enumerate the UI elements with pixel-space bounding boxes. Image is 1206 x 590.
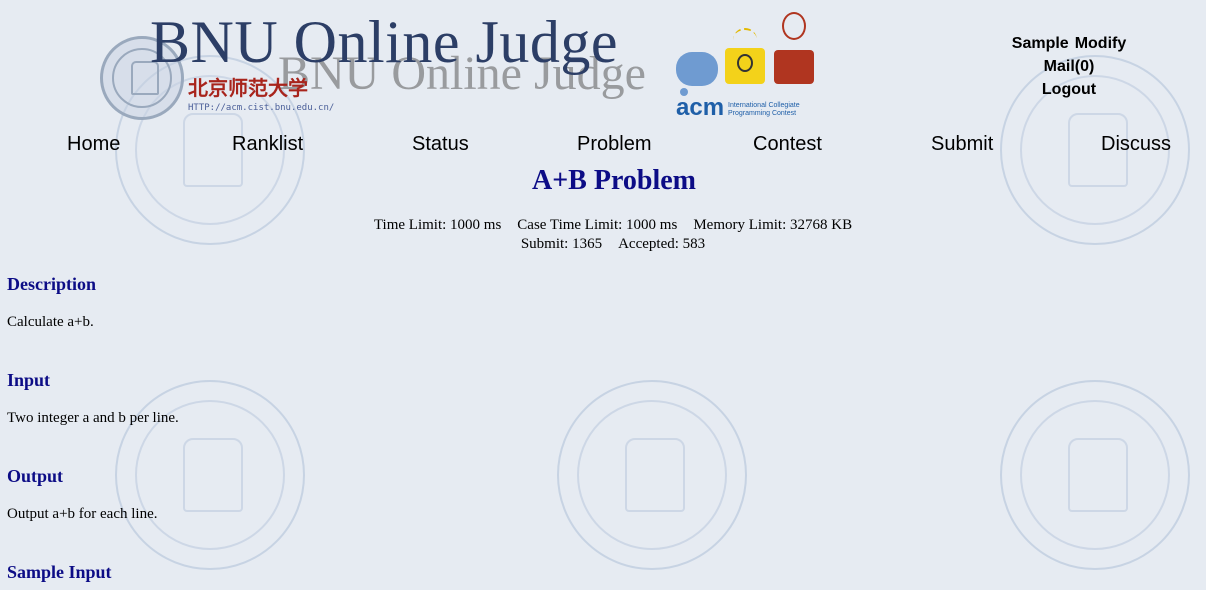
stats-row: Submit: 1365 Accepted: 583 bbox=[0, 235, 1206, 254]
university-url: HTTP://acm.cist.bnu.edu.cn/ bbox=[188, 103, 335, 113]
memory-limit: Memory Limit: 32768 KB bbox=[693, 217, 853, 233]
nav-problem[interactable]: Problem bbox=[577, 133, 651, 156]
modify-link[interactable]: Modify bbox=[1075, 35, 1127, 52]
mail-row: Mail(0) bbox=[996, 55, 1142, 78]
acm-cloud-icon bbox=[676, 52, 718, 96]
site-header: BNU Online Judge BNU Online Judge 北京师范大学… bbox=[0, 0, 1206, 130]
acm-balloon-box-icon bbox=[774, 50, 814, 84]
site-title: BNU Online Judge bbox=[150, 9, 618, 75]
nav-status[interactable]: Status bbox=[412, 133, 469, 156]
acm-lightbulb-icon bbox=[725, 48, 765, 84]
nav-contest[interactable]: Contest bbox=[753, 133, 822, 156]
description-text: Calculate a+b. bbox=[7, 314, 94, 330]
description-heading: Description bbox=[7, 274, 96, 294]
input-heading: Input bbox=[7, 370, 51, 390]
acm-logo-subtitle: International Collegiate Programming Con… bbox=[728, 102, 800, 117]
problem-title: A+B Problem bbox=[532, 165, 696, 196]
university-name: 北京师范大学 bbox=[188, 76, 308, 100]
problem-limits: Time Limit: 1000 ms Case Time Limit: 1000… bbox=[0, 216, 1206, 254]
user-links-row: Sample Modify bbox=[996, 32, 1142, 55]
sample-input-heading: Sample Input bbox=[7, 562, 112, 582]
submit-count: Submit: 1365 bbox=[520, 236, 603, 252]
acm-bulb-rays-icon bbox=[733, 28, 757, 44]
logout-link[interactable]: Logout bbox=[1042, 81, 1096, 98]
username-link[interactable]: Sample bbox=[1012, 35, 1069, 52]
limits-row: Time Limit: 1000 ms Case Time Limit: 1000… bbox=[0, 216, 1206, 235]
nav-home[interactable]: Home bbox=[67, 133, 120, 156]
acm-balloon-icon bbox=[782, 12, 806, 40]
mail-link[interactable]: Mail(0) bbox=[1044, 58, 1095, 75]
output-text: Output a+b for each line. bbox=[7, 506, 158, 522]
nav-discuss[interactable]: Discuss bbox=[1101, 133, 1171, 156]
watermark-seal bbox=[1000, 380, 1190, 570]
output-heading: Output bbox=[7, 466, 64, 486]
input-text: Two integer a and b per line. bbox=[7, 410, 179, 426]
accepted-count: Accepted: 583 bbox=[618, 236, 706, 252]
nav-submit[interactable]: Submit bbox=[931, 133, 993, 156]
main-nav: Home Ranklist Status Problem Contest Sub… bbox=[0, 133, 1206, 159]
nav-ranklist[interactable]: Ranklist bbox=[232, 133, 303, 156]
user-panel: Sample Modify Mail(0) Logout bbox=[996, 32, 1142, 101]
acm-logo-word: acm bbox=[676, 94, 725, 121]
time-limit: Time Limit: 1000 ms bbox=[373, 217, 502, 233]
case-time-limit: Case Time Limit: 1000 ms bbox=[517, 217, 678, 233]
logout-row: Logout bbox=[996, 78, 1142, 101]
watermark-seal bbox=[557, 380, 747, 570]
